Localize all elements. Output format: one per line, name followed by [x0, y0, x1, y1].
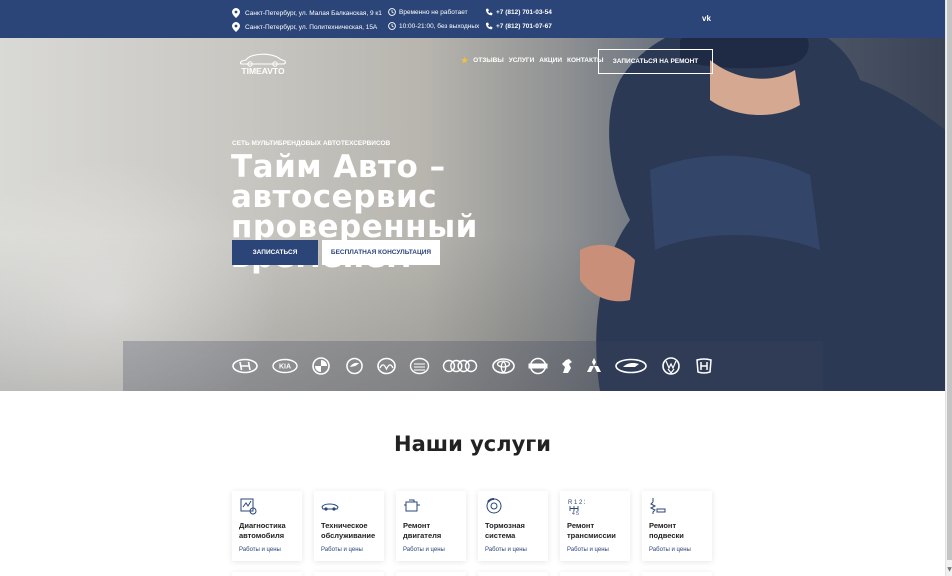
svg-text:R 1 2 3: R 1 2 3: [568, 500, 585, 506]
scroll-down-arrow-icon[interactable]: ▼: [946, 566, 952, 574]
logo[interactable]: TIMEAVTO: [234, 47, 292, 75]
suspension-icon: [649, 498, 666, 514]
nav-item-reviews[interactable]: Отзывы: [473, 57, 504, 64]
services-title: Наши услуги: [394, 432, 551, 456]
free-consultation-button[interactable]: Бесплатная консультация: [322, 240, 440, 265]
phone-icon: [485, 22, 493, 30]
toyota-icon[interactable]: [492, 357, 515, 375]
service-title: Тормозная система: [485, 521, 525, 540]
hours-2: 10:00-21:00, без выходных: [388, 22, 479, 30]
skoda-icon[interactable]: [346, 357, 363, 375]
service-card-partial: [560, 572, 630, 576]
service-card-suspension[interactable]: Ремонт подвески Работы и цены: [642, 491, 712, 561]
hyundai-icon[interactable]: [232, 357, 258, 375]
clock-icon: [388, 22, 396, 30]
service-link[interactable]: Работы и цены: [321, 547, 363, 553]
service-link[interactable]: Работы и цены: [649, 547, 691, 553]
address-text: Санкт-Петербург, ул. Политехническая, 15…: [245, 23, 378, 31]
peugeot-icon[interactable]: [560, 357, 574, 375]
service-card-partial: [314, 572, 384, 576]
vk-icon[interactable]: vk: [702, 14, 711, 23]
signup-button[interactable]: Записаться: [232, 240, 318, 265]
mitsubishi-icon[interactable]: [586, 357, 602, 375]
service-card-transmission[interactable]: R 1 2 3 4 5 Ремонт трансмиссии Работы и ц…: [560, 491, 630, 561]
hero-section: Санкт-Петербург, ул. Малая Балканская, 9…: [0, 0, 945, 391]
service-card-diagnostics[interactable]: Диагностика автомобиля Работы и цены: [232, 491, 302, 561]
main-nav: ★ Отзывы Услуги Акции Контакты: [461, 56, 603, 65]
logo-text: TIMEAVTO: [241, 66, 285, 75]
nissan-icon[interactable]: [528, 357, 548, 375]
phone-1[interactable]: +7 (812) 701-03-54: [485, 8, 552, 16]
clock-icon: [388, 8, 396, 16]
service-card-brakes[interactable]: Тормозная система Работы и цены: [478, 491, 548, 561]
service-card-partial: [642, 572, 712, 576]
nav-item-promotions[interactable]: Акции: [539, 57, 562, 64]
service-link[interactable]: Работы и цены: [485, 547, 527, 553]
diagnostics-icon: [240, 498, 257, 515]
service-card-engine[interactable]: Ремонт двигателя Работы и цены: [396, 491, 466, 561]
nav-item-services[interactable]: Услуги: [509, 57, 535, 64]
hours-text: 10:00-21:00, без выходных: [399, 22, 480, 30]
engine-icon: [404, 499, 420, 512]
vertical-scrollbar[interactable]: ▼: [945, 0, 952, 576]
audi-icon[interactable]: [442, 357, 478, 375]
service-card-maintenance[interactable]: Техническое обслуживание Работы и цены: [314, 491, 384, 561]
star-icon: ★: [461, 56, 469, 65]
bmw-icon[interactable]: [312, 357, 330, 375]
svg-text:KIA: KIA: [279, 364, 291, 371]
phone-number: +7 (812) 701-03-54: [496, 8, 552, 16]
service-card-partial: [396, 572, 466, 576]
lifan-icon[interactable]: [409, 357, 430, 375]
lada-icon[interactable]: [615, 357, 647, 375]
service-link[interactable]: Работы и цены: [403, 547, 445, 553]
hero-eyebrow: Сеть мультибрендовых автотехсервисов: [232, 140, 391, 147]
gearbox-icon: R 1 2 3 4 5: [568, 500, 585, 515]
brake-icon: [486, 498, 502, 514]
top-info-bar: [0, 0, 945, 38]
volkswagen-icon[interactable]: [662, 357, 680, 375]
service-card-partial: [232, 572, 302, 576]
honda-icon[interactable]: [695, 357, 713, 375]
address-text: Санкт-Петербург, ул. Малая Балканская, 9…: [245, 9, 382, 17]
hours-text: Временно не работает: [399, 8, 468, 16]
phone-2[interactable]: +7 (812) 701-07-67: [485, 22, 552, 30]
service-title: Диагностика автомобиля: [239, 521, 286, 540]
location-pin-icon: [232, 8, 240, 18]
mazda-icon[interactable]: [377, 357, 396, 375]
scrollbar-thumb[interactable]: [947, 0, 952, 560]
hours-1: Временно не работает: [388, 8, 468, 16]
service-link[interactable]: Работы и цены: [239, 547, 281, 553]
address-2[interactable]: Санкт-Петербург, ул. Политехническая, 15…: [232, 22, 377, 32]
address-1[interactable]: Санкт-Петербург, ул. Малая Балканская, 9…: [232, 8, 382, 18]
kia-icon[interactable]: KIA: [272, 357, 298, 375]
service-card-partial: [478, 572, 548, 576]
service-title: Ремонт трансмиссии: [567, 521, 616, 540]
svg-text:4 5: 4 5: [572, 511, 579, 515]
location-pin-icon: [232, 22, 240, 32]
service-link[interactable]: Работы и цены: [567, 547, 609, 553]
phone-icon: [485, 8, 493, 16]
book-repair-button[interactable]: Записаться на ремонт: [598, 49, 713, 74]
service-title: Техническое обслуживание: [321, 521, 376, 540]
maintenance-icon: [321, 503, 339, 511]
service-title: Ремонт подвески: [649, 521, 684, 540]
phone-number: +7 (812) 701-07-67: [496, 22, 552, 30]
service-title: Ремонт двигателя: [403, 521, 442, 540]
